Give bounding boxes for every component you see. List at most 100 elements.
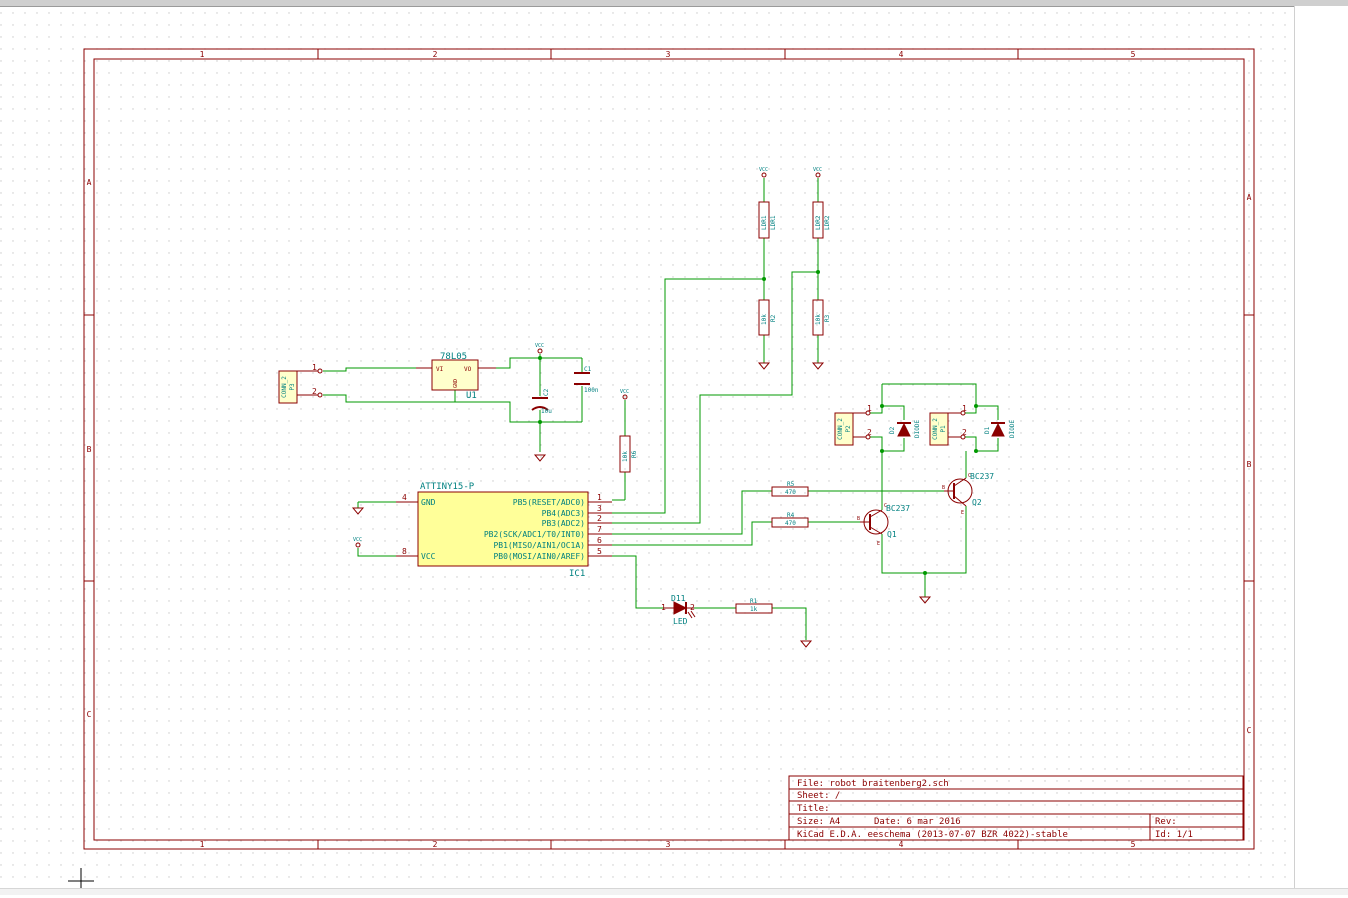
r1-ref: R1 [750,598,758,605]
title-date: Date: 6 mar 2016 [874,817,961,827]
vcc-label: VCC [353,537,362,543]
p2-pin1: 1 [867,404,872,413]
ic1-ref: IC1 [569,569,585,579]
r2-value: 10k [761,314,768,325]
q2-pin-b: B [942,485,945,491]
ic1-pin-num: 6 [597,536,602,545]
u1-ref: U1 [466,391,477,401]
title-sheet: Sheet: / [797,791,840,801]
r6-ref: R6 [631,450,638,458]
r5-value: 470 [785,489,796,496]
ic1-pin-name: PB1(MISO/AIN1/OC1A) [493,541,585,550]
vcc-label: VCC [535,343,544,349]
ldr1-ref: LDR1 [761,215,768,230]
schematic-canvas[interactable]: 1 2 3 4 5 1 2 3 4 5 A B C A B C File: ro… [0,0,1348,895]
p1-pin2: 2 [962,428,967,437]
r2-ref: R2 [770,314,777,322]
r5-ref: R5 [787,481,795,488]
col-label-bottom: 2 [433,840,438,849]
col-label-bottom: 1 [200,840,205,849]
title-tool: KiCad E.D.A. eeschema (2013-07-07 BZR 40… [797,830,1068,840]
title-id: Id: 1/1 [1155,830,1193,840]
col-label-top: 4 [899,50,904,59]
u1-pin-gnd: GND [453,379,459,388]
col-label-bottom: 3 [666,840,671,849]
ldr1-value: LDR1 [770,215,777,230]
ic1-pin-num: 8 [402,547,407,556]
d1-ref: D1 [984,426,991,434]
q2-pin-c: C [968,473,971,479]
u1-pin-vo: VO [464,366,472,373]
r3-ref: R3 [824,314,831,322]
c1-ref: C1 [584,366,592,373]
d11-pin1: 1 [661,603,666,612]
r6-value: 10k [622,451,629,462]
ic1-pin-num: 2 [597,514,602,523]
vcc-label: VCC [620,389,629,395]
ic1-pin-num: 1 [597,493,602,502]
c2-value: 10u [541,408,552,415]
r4-value: 470 [785,520,796,527]
ic1-pin-name: PB2(SCK/ADC1/T0/INT0) [484,530,585,539]
p2-ref: P2 [845,425,852,433]
title-size: Size: A4 [797,817,840,827]
q2-ref: Q2 [972,498,982,507]
vcc-label: VCC [759,167,768,173]
title-rev: Rev: [1155,817,1177,827]
ic1-pin-num: 4 [402,493,407,502]
q1-pin-e: E [877,541,880,547]
p3-pin2: 2 [312,387,317,396]
ic1-pin-num: 3 [597,504,602,513]
ldr2-ref: LDR2 [815,215,822,230]
q1-pin-c: C [884,503,887,509]
p1-pin1: 1 [962,404,967,413]
p3-ref: P3 [289,383,296,391]
row-label-right: A [1247,193,1252,202]
col-label-bottom: 4 [899,840,904,849]
ic1-pin-gnd: GND [421,498,436,507]
q1-ref: Q1 [887,530,897,539]
ic1-pin-name: PB5(RESET/ADC0) [513,498,585,507]
title-title: Title: [797,804,830,814]
c2-ref: C2 [543,388,550,396]
ic1-pin-num: 5 [597,547,602,556]
col-label-bottom: 5 [1131,840,1136,849]
q1-value: BC237 [886,504,910,513]
col-label-top: 3 [666,50,671,59]
ic1-value: ATTINY15-P [420,482,475,492]
d2-value: DIODE [914,420,921,438]
right-toolbar[interactable] [1294,6,1348,894]
vcc-label: VCC [813,167,822,173]
d11-ref: D11 [671,594,686,603]
ic1-pin-vcc: VCC [421,552,436,561]
row-label-right: B [1247,460,1252,469]
p3-pin1: 1 [312,363,317,372]
ic1-pin-name: PB3(ADC2) [542,519,585,528]
u1-pin-vi: VI [436,366,444,373]
p2-value: CONN_2 [837,418,844,440]
col-label-top: 1 [200,50,205,59]
d11-pin2: 2 [690,603,695,612]
q2-value: BC237 [970,472,994,481]
ic1-pin-name: PB4(ADC3) [542,509,585,518]
p1-ref: P1 [940,425,947,433]
c1-value: 100n [584,387,599,394]
d11-value: LED [673,617,688,626]
row-label-left: C [87,710,92,719]
grid-background [0,0,1348,894]
p2-pin2: 2 [867,428,872,437]
title-file: File: robot braitenberg2.sch [797,779,949,789]
p1-value: CONN_2 [932,418,939,440]
col-label-top: 5 [1131,50,1136,59]
top-toolbar-edge [0,0,1348,7]
ic1-pin-name: PB0(MOSI/AIN0/AREF) [493,552,585,561]
ldr2-value: LDR2 [824,215,831,230]
col-label-top: 2 [433,50,438,59]
r4-ref: R4 [787,512,795,519]
ic-attiny15[interactable]: ATTINY15-P IC1 GND VCC 4 8 PB5(RESET/ADC… [396,482,612,579]
q1-pin-b: B [857,516,860,522]
p3-value: CONN_2 [281,376,288,398]
q2-pin-e: E [961,510,964,516]
u1-value: 78L05 [440,352,467,362]
d1-value: DIODE [1009,420,1016,438]
